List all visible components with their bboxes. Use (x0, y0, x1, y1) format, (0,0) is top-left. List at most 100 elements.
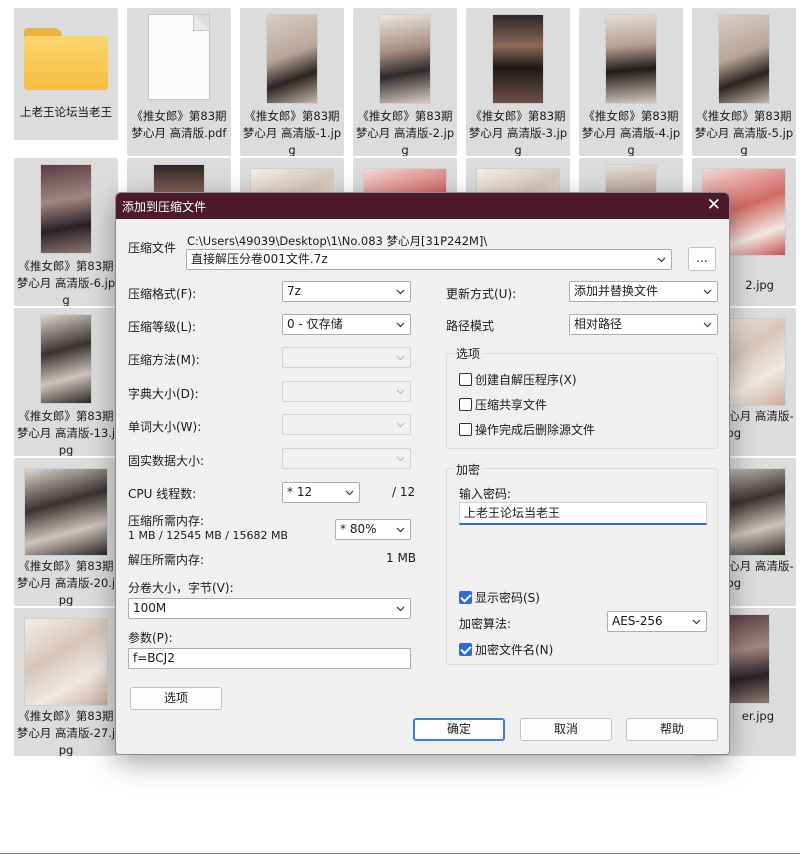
help-button[interactable]: 帮助 (626, 718, 718, 741)
dialog-titlebar[interactable]: 添加到压缩文件 ✕ (116, 193, 729, 219)
archive-name-combo[interactable]: 直接解压分卷001文件.7z (186, 249, 672, 270)
file-name: 《推女郎》第83期 梦心月 高清版-13.jpg (16, 409, 116, 456)
method-label: 压缩方法(M): (128, 353, 200, 367)
ok-button[interactable]: 确定 (413, 718, 505, 741)
file-name: 2.jpg (745, 278, 774, 292)
split-size-label: 分卷大小，字节(V): (128, 581, 234, 595)
add-to-archive-dialog: 添加到压缩文件 ✕ 压缩文件 C:\Users\49039\Desktop\1\… (115, 192, 730, 755)
file-name: 《推女郎》第83期 梦心月 高清版-20.jpg (16, 559, 116, 606)
cpu-total: / 12 (392, 485, 416, 499)
file-tile-image[interactable]: 《推女郎》第83期 梦心月 高清版-2.jpg (353, 8, 457, 156)
file-name: 《推女郎》第83期 梦心月 高清版-1.jpg (242, 109, 342, 156)
update-mode-select[interactable]: 添加并替换文件 (569, 281, 718, 302)
options-group-title: 选项 (454, 345, 483, 362)
compress-shared-checkbox[interactable]: 压缩共享文件 (459, 396, 547, 413)
cpu-threads-select[interactable]: * 12 (282, 482, 360, 503)
file-tile-pdf[interactable]: 《推女郎》第83期 梦心月 高清版.pdf (127, 8, 231, 156)
split-size-combo[interactable]: 100M (128, 598, 411, 619)
browse-button[interactable]: ... (688, 247, 716, 271)
file-name: 《推女郎》第83期 梦心月 高清版.pdf (131, 109, 227, 140)
image-thumbnail (718, 14, 770, 104)
level-value: 0 - 仅存储 (287, 317, 343, 331)
encrypt-filenames-checkbox[interactable]: 加密文件名(N) (459, 641, 553, 658)
file-tile-image[interactable]: 《推女郎》第83期 梦心月 高清版-1.jpg (240, 8, 344, 156)
file-name: er.jpg (741, 709, 774, 723)
parameters-label: 参数(P): (128, 631, 173, 645)
dialog-title: 添加到压缩文件 (122, 200, 207, 214)
file-name: 《推女郎》第83期 梦心月 高清版-2.jpg (355, 109, 455, 156)
chevron-down-icon (703, 287, 712, 296)
password-input[interactable]: 上老王论坛当老王 (459, 502, 707, 525)
file-name: 《推女郎》第83期 梦心月 高清版-4.jpg (581, 109, 681, 156)
chevron-down-icon (396, 604, 405, 613)
image-thumbnail (40, 314, 92, 404)
chevron-down-icon (396, 420, 405, 429)
file-name: 《推女郎》第83期 梦心月 高清版-3.jpg (468, 109, 568, 156)
memory-usage-select[interactable]: * 80% (335, 519, 411, 540)
update-mode-value: 添加并替换文件 (574, 284, 659, 298)
file-tile-image[interactable]: 《推女郎》第83期 梦心月 高清版-27.jpg (14, 608, 118, 756)
file-name: 上老王论坛当老王 (20, 105, 112, 119)
image-thumbnail (266, 14, 318, 104)
format-select[interactable]: 7z (282, 281, 411, 302)
update-mode-label: 更新方式(U): (446, 287, 517, 301)
chevron-down-icon (396, 454, 405, 463)
image-thumbnail (605, 14, 657, 104)
folder-icon (24, 28, 108, 90)
encryption-method-label: 加密算法: (459, 617, 512, 631)
file-tile-image[interactable]: 《推女郎》第83期 梦心月 高清版-4.jpg (579, 8, 683, 156)
file-tile-image[interactable]: 《推女郎》第83期 梦心月 高清版-13.jpg (14, 308, 118, 456)
dict-label: 字典大小(D): (128, 387, 199, 401)
level-label: 压缩等级(L): (128, 320, 197, 334)
chevron-down-icon (396, 353, 405, 362)
decompress-memory-label: 解压所需内存: (128, 553, 205, 567)
solid-select (282, 448, 411, 469)
close-icon[interactable]: ✕ (707, 195, 721, 215)
cancel-button[interactable]: 取消 (520, 718, 612, 741)
solid-label: 固实数据大小: (128, 454, 205, 468)
password-label: 输入密码: (459, 487, 512, 501)
bottom-border (0, 853, 800, 859)
show-password-checkbox[interactable]: 显示密码(S) (459, 589, 540, 606)
image-thumbnail (492, 14, 544, 104)
format-label: 压缩格式(F): (128, 287, 197, 301)
path-mode-select[interactable]: 相对路径 (569, 314, 718, 335)
cpu-value: * 12 (287, 485, 313, 499)
memory-detail: 1 MB / 12545 MB / 15682 MB (128, 529, 288, 542)
document-icon (148, 14, 210, 100)
file-tile-folder[interactable]: 上老王论坛当老王 (14, 8, 118, 140)
path-mode-label: 路径模式 (446, 319, 495, 333)
file-name: 《推女郎》第83期 梦心月 高清版-6.jpg (16, 259, 116, 306)
split-size-value: 100M (133, 601, 167, 615)
options-button[interactable]: 选项 (130, 687, 222, 710)
image-thumbnail (40, 164, 92, 254)
create-sfx-checkbox[interactable]: 创建自解压程序(X) (459, 371, 577, 388)
delete-after-checkbox[interactable]: 操作完成后删除源文件 (459, 421, 595, 438)
file-tile-image[interactable]: 《推女郎》第83期 梦心月 高清版-3.jpg (466, 8, 570, 156)
chevron-down-icon (396, 387, 405, 396)
dict-select (282, 381, 411, 402)
chevron-down-icon (396, 320, 405, 329)
chevron-down-icon (657, 255, 666, 264)
file-tile-image[interactable]: 《推女郎》第83期 梦心月 高清版-6.jpg (14, 158, 118, 306)
archive-path: C:\Users\49039\Desktop\1\No.083 梦心月[31P2… (187, 234, 488, 248)
format-value: 7z (287, 284, 301, 298)
method-select (282, 347, 411, 368)
cpu-label: CPU 线程数: (128, 487, 197, 501)
archive-label: 压缩文件 (128, 241, 177, 255)
encryption-method-select[interactable]: AES-256 (607, 611, 707, 632)
level-select[interactable]: 0 - 仅存储 (282, 314, 411, 335)
chevron-down-icon (692, 617, 701, 626)
memory-label: 压缩所需内存: (128, 514, 205, 528)
decompress-memory-value: 1 MB (386, 551, 417, 565)
file-tile-image[interactable]: 《推女郎》第83期 梦心月 高清版-20.jpg (14, 458, 118, 606)
chevron-down-icon (396, 525, 405, 534)
archive-name-value: 直接解压分卷001文件.7z (191, 252, 328, 266)
chevron-down-icon (345, 488, 354, 497)
parameters-input[interactable]: f=BCJ2 (128, 648, 411, 669)
encryption-method-value: AES-256 (612, 614, 663, 628)
file-tile-image[interactable]: 《推女郎》第83期 梦心月 高清版-5.jpg (692, 8, 796, 156)
chevron-down-icon (396, 287, 405, 296)
encryption-group-title: 加密 (454, 461, 483, 478)
chevron-down-icon (703, 320, 712, 329)
